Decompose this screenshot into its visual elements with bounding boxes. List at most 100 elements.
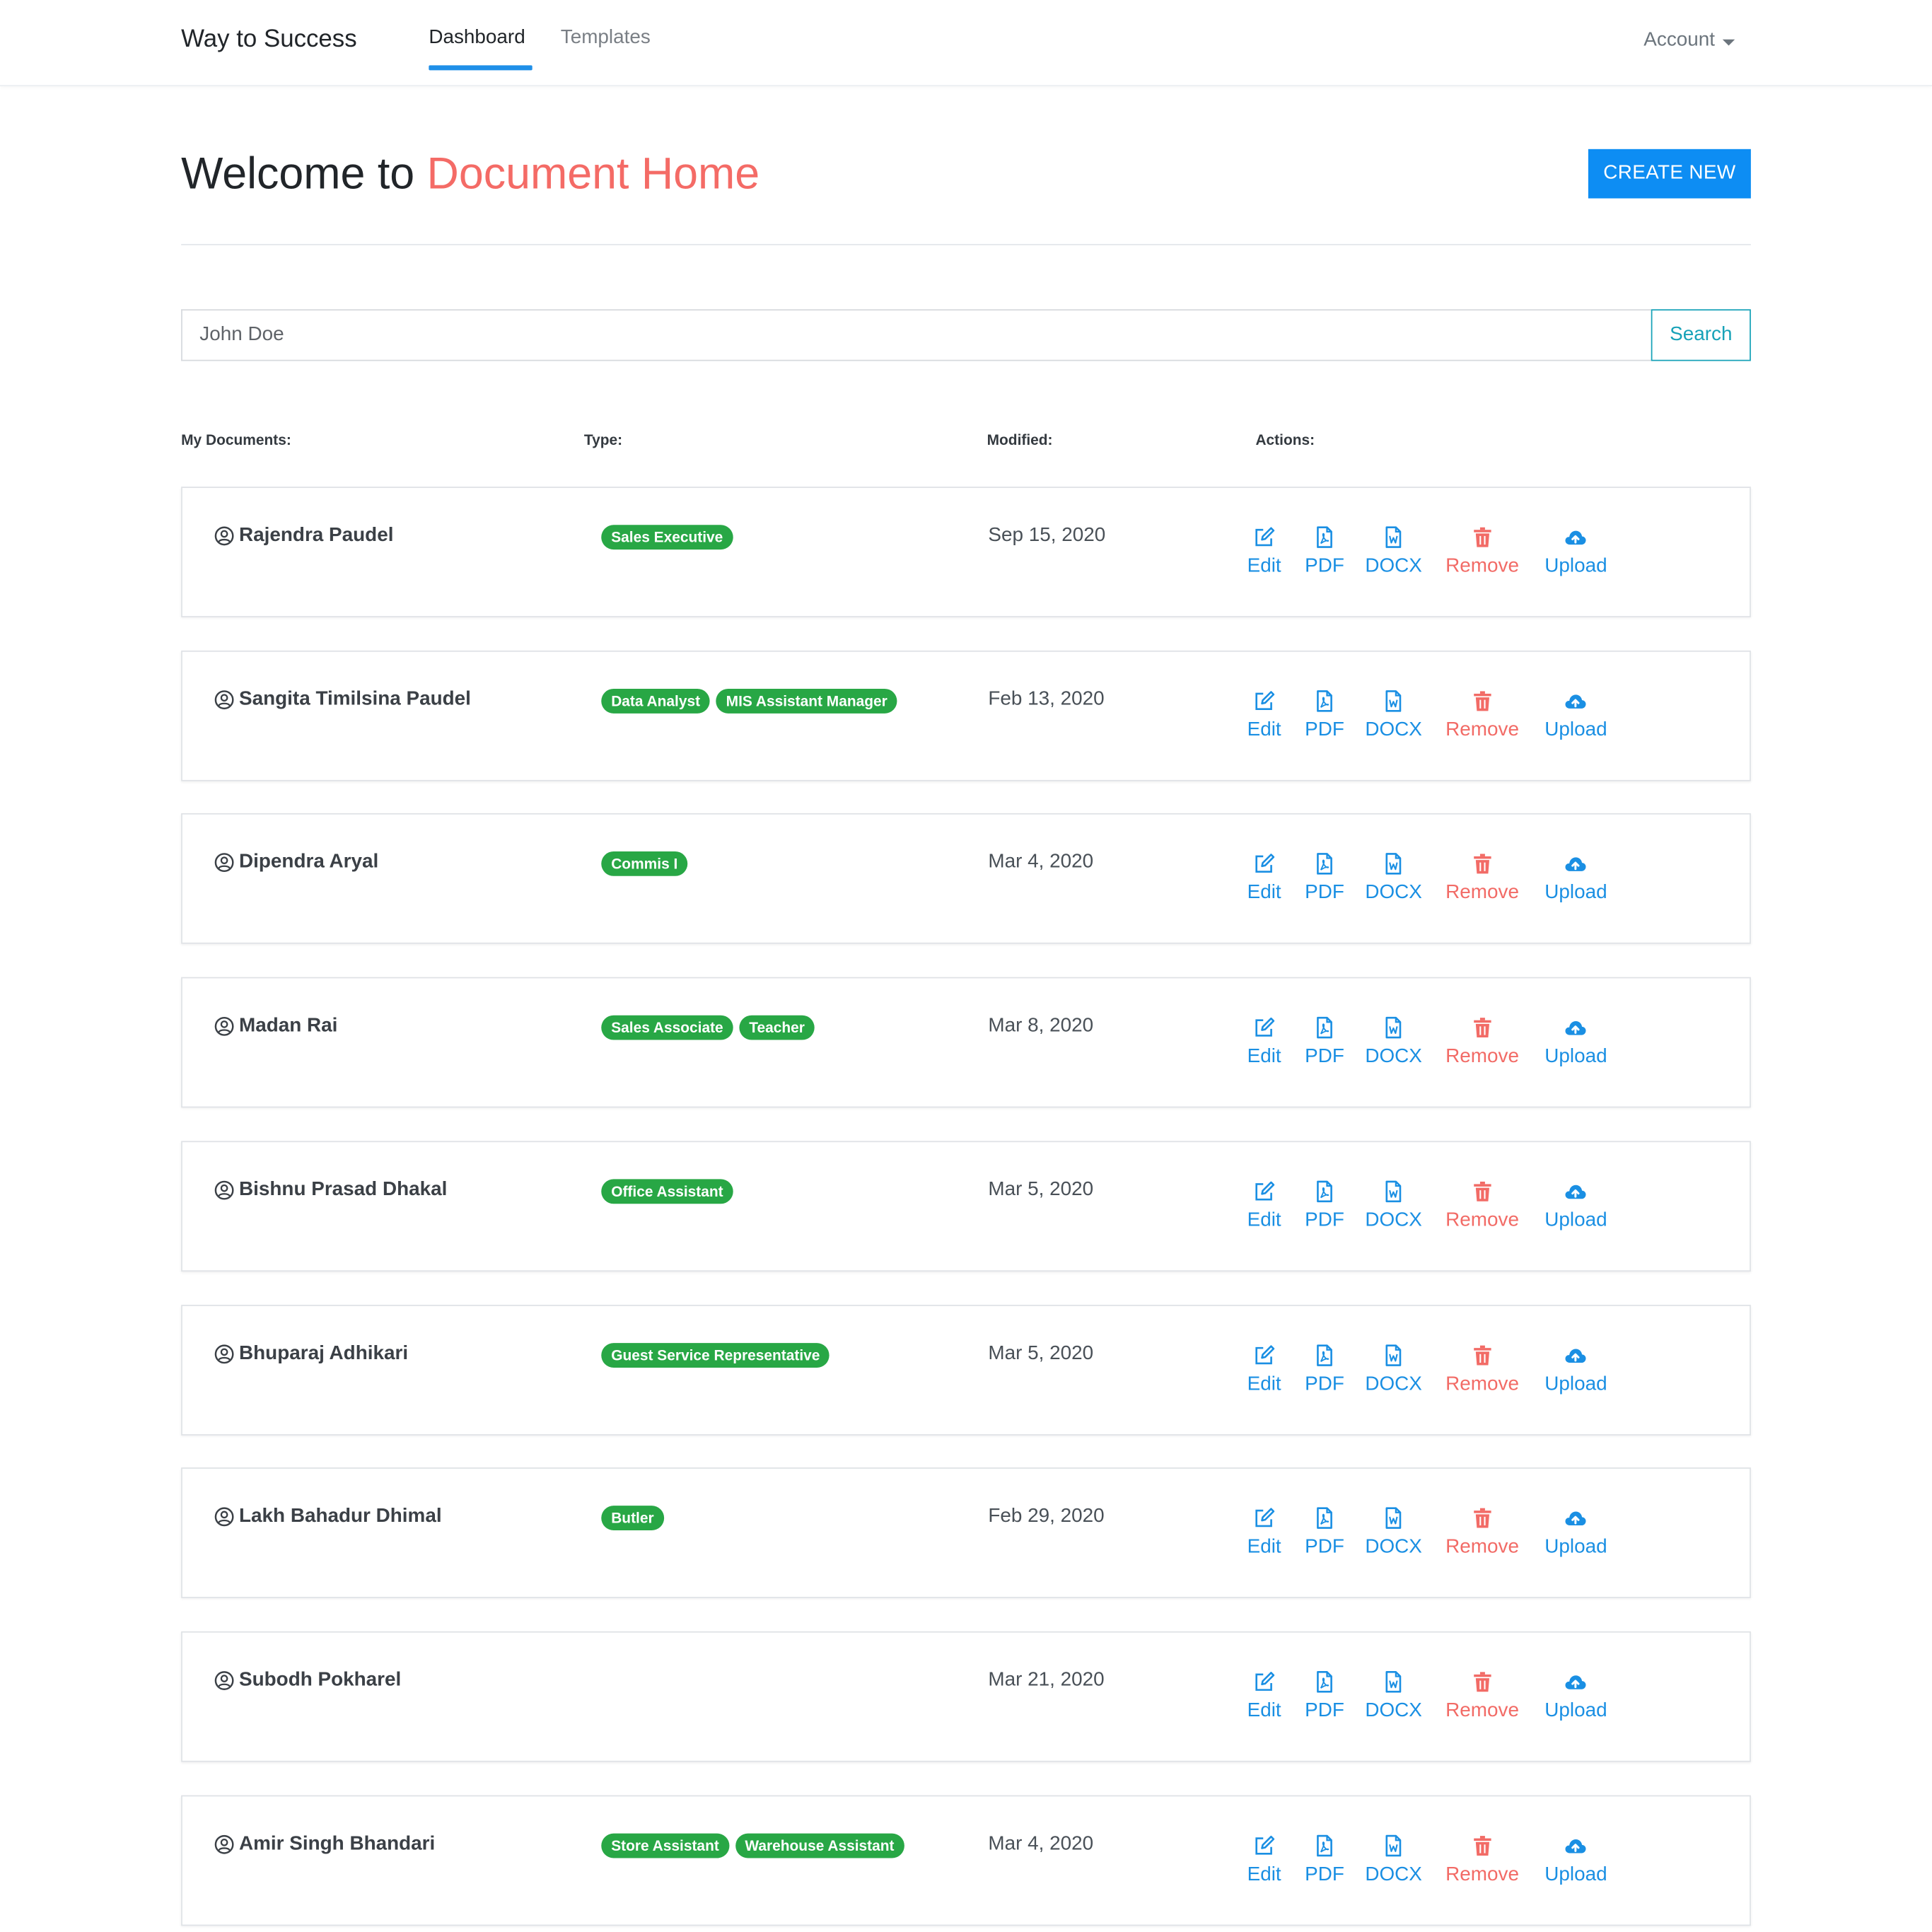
pdf-action[interactable]: PDF xyxy=(1305,1016,1344,1069)
docx-action[interactable]: DOCX xyxy=(1365,1343,1422,1396)
edit-action[interactable]: Edit xyxy=(1247,1343,1281,1396)
remove-label: Remove xyxy=(1445,1864,1519,1885)
upload-action[interactable]: Upload xyxy=(1544,1834,1607,1887)
edit-action[interactable]: Edit xyxy=(1247,1179,1281,1232)
edit-icon xyxy=(1255,1835,1274,1855)
account-dropdown[interactable]: Account xyxy=(1643,30,1735,52)
docx-action[interactable]: DOCX xyxy=(1365,525,1422,578)
search-input[interactable] xyxy=(181,309,1651,361)
edit-action[interactable]: Edit xyxy=(1247,1834,1281,1887)
docx-action[interactable]: DOCX xyxy=(1365,1016,1422,1069)
edit-action[interactable]: Edit xyxy=(1247,851,1281,904)
type-tag: MIS Assistant Manager xyxy=(716,688,897,714)
create-new-button[interactable]: CREATE NEW xyxy=(1588,149,1751,199)
document-name[interactable]: Madan Rai xyxy=(214,1016,337,1037)
remove-action[interactable]: Remove xyxy=(1445,1016,1519,1069)
pdf-action[interactable]: PDF xyxy=(1305,1179,1344,1232)
pdf-action[interactable]: PDF xyxy=(1305,1670,1344,1723)
docx-action[interactable]: DOCX xyxy=(1365,1179,1422,1232)
docx-label: DOCX xyxy=(1365,1536,1422,1558)
remove-action[interactable]: Remove xyxy=(1445,1506,1519,1559)
search-button[interactable]: Search xyxy=(1651,309,1751,361)
account-label: Account xyxy=(1643,29,1716,51)
nav-templates[interactable]: Templates xyxy=(561,27,651,49)
caret-down-icon xyxy=(1722,38,1735,45)
pdf-action[interactable]: PDF xyxy=(1305,1343,1344,1396)
docx-action[interactable]: DOCX xyxy=(1365,1670,1422,1723)
trash-icon xyxy=(1473,691,1491,711)
type-tag: Data Analyst xyxy=(601,688,711,714)
brand-logo[interactable]: Way to Success xyxy=(181,26,357,54)
edit-icon xyxy=(1255,691,1274,711)
user-circle-icon xyxy=(214,853,234,873)
remove-action[interactable]: Remove xyxy=(1445,1834,1519,1887)
document-name[interactable]: Bhuparaj Adhikari xyxy=(214,1343,408,1365)
pdf-action[interactable]: PDF xyxy=(1305,1506,1344,1559)
type-tag: Office Assistant xyxy=(601,1179,733,1204)
edit-icon xyxy=(1255,1345,1274,1365)
pdf-label: PDF xyxy=(1305,719,1344,741)
pdf-label: PDF xyxy=(1305,1864,1344,1885)
remove-label: Remove xyxy=(1445,1209,1519,1231)
file-pdf-icon xyxy=(1317,1834,1332,1857)
edit-action[interactable]: Edit xyxy=(1247,1016,1281,1069)
edit-icon xyxy=(1255,1017,1274,1037)
document-name[interactable]: Bishnu Prasad Dhakal xyxy=(214,1179,447,1201)
document-name[interactable]: Sangita Timilsina Paudel xyxy=(214,689,471,711)
upload-action[interactable]: Upload xyxy=(1544,1670,1607,1723)
upload-action[interactable]: Upload xyxy=(1544,1016,1607,1069)
upload-action[interactable]: Upload xyxy=(1544,689,1607,742)
remove-action[interactable]: Remove xyxy=(1445,851,1519,904)
upload-action[interactable]: Upload xyxy=(1544,1343,1607,1396)
edit-action[interactable]: Edit xyxy=(1247,689,1281,742)
document-row: Bishnu Prasad Dhakal Office Assistant Ma… xyxy=(181,1141,1751,1272)
trash-icon xyxy=(1473,1018,1491,1038)
modified-date: Feb 13, 2020 xyxy=(988,688,1105,710)
document-row: Rajendra Paudel Sales Executive Sep 15, … xyxy=(181,487,1751,617)
document-name-label: Rajendra Paudel xyxy=(239,525,394,546)
document-name[interactable]: Dipendra Aryal xyxy=(214,851,378,873)
trash-icon xyxy=(1473,527,1491,547)
title-prefix: Welcome to xyxy=(181,148,427,199)
docx-label: DOCX xyxy=(1365,1373,1422,1395)
document-name-label: Dipendra Aryal xyxy=(239,851,379,873)
edit-action[interactable]: Edit xyxy=(1247,1506,1281,1559)
edit-action[interactable]: Edit xyxy=(1247,525,1281,578)
remove-action[interactable]: Remove xyxy=(1445,1670,1519,1723)
edit-icon xyxy=(1255,527,1274,547)
page-title: Welcome to Document Home xyxy=(181,148,760,199)
remove-label: Remove xyxy=(1445,1536,1519,1558)
pdf-action[interactable]: PDF xyxy=(1305,689,1344,742)
remove-action[interactable]: Remove xyxy=(1445,1179,1519,1232)
docx-action[interactable]: DOCX xyxy=(1365,851,1422,904)
user-circle-icon xyxy=(214,690,234,710)
docx-action[interactable]: DOCX xyxy=(1365,1506,1422,1559)
upload-label: Upload xyxy=(1544,1536,1607,1558)
upload-action[interactable]: Upload xyxy=(1544,851,1607,904)
pdf-action[interactable]: PDF xyxy=(1305,851,1344,904)
document-name[interactable]: Amir Singh Bhandari xyxy=(214,1834,435,1856)
docx-action[interactable]: DOCX xyxy=(1365,689,1422,742)
document-name[interactable]: Rajendra Paudel xyxy=(214,525,393,547)
upload-action[interactable]: Upload xyxy=(1544,525,1607,578)
type-tags: Sales Executive xyxy=(601,525,733,550)
document-name[interactable]: Lakh Bahadur Dhimal xyxy=(214,1506,442,1527)
pdf-action[interactable]: PDF xyxy=(1305,525,1344,578)
remove-label: Remove xyxy=(1445,882,1519,904)
remove-label: Remove xyxy=(1445,1700,1519,1722)
remove-action[interactable]: Remove xyxy=(1445,525,1519,578)
upload-action[interactable]: Upload xyxy=(1544,1506,1607,1559)
document-name[interactable]: Subodh Pokharel xyxy=(214,1670,401,1692)
document-name-label: Sangita Timilsina Paudel xyxy=(239,688,471,710)
file-word-icon xyxy=(1385,1507,1402,1529)
user-circle-icon xyxy=(214,1507,234,1527)
docx-action[interactable]: DOCX xyxy=(1365,1834,1422,1887)
upload-action[interactable]: Upload xyxy=(1544,1179,1607,1232)
upload-label: Upload xyxy=(1544,1700,1607,1722)
cloud-upload-icon xyxy=(1566,1021,1587,1035)
nav-dashboard[interactable]: Dashboard xyxy=(429,27,525,49)
edit-action[interactable]: Edit xyxy=(1247,1670,1281,1723)
remove-action[interactable]: Remove xyxy=(1445,689,1519,742)
pdf-action[interactable]: PDF xyxy=(1305,1834,1344,1887)
remove-action[interactable]: Remove xyxy=(1445,1343,1519,1396)
